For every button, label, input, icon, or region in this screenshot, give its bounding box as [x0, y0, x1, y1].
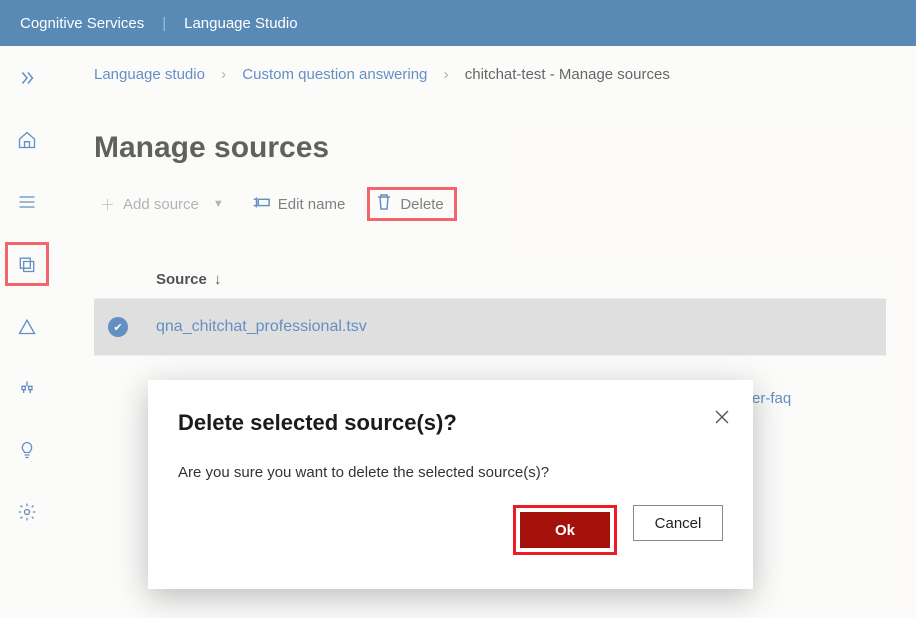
dialog-message: Are you sure you want to delete the sele…	[178, 464, 723, 481]
ok-button[interactable]: Ok	[520, 512, 610, 548]
dialog-actions: Ok Cancel	[178, 505, 723, 555]
cancel-button[interactable]: Cancel	[633, 505, 723, 541]
dialog-title: Delete selected source(s)?	[178, 410, 723, 436]
ok-highlight: Ok	[513, 505, 617, 555]
delete-confirm-dialog: Delete selected source(s)? Are you sure …	[148, 380, 753, 589]
close-icon[interactable]	[715, 410, 729, 427]
